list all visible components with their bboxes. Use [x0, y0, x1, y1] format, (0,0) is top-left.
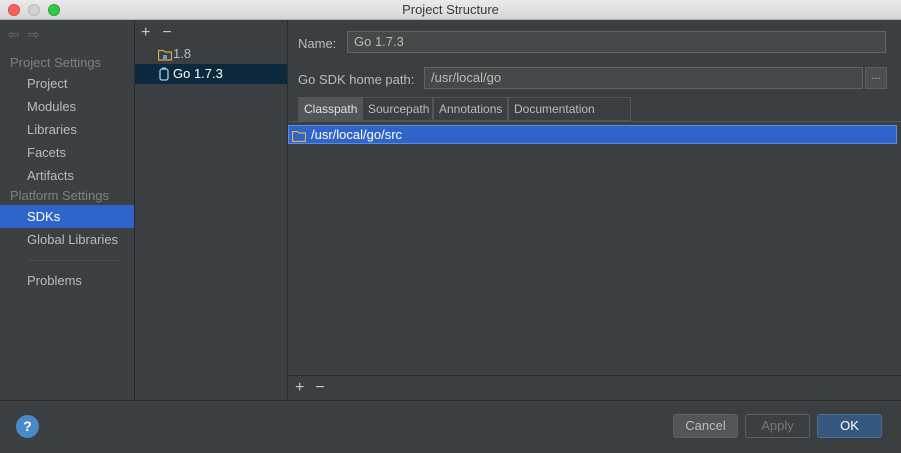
section-project-settings: Project Settings — [10, 55, 102, 70]
sidebar-item-project[interactable]: Project — [0, 72, 134, 95]
remove-path-button[interactable]: − — [315, 379, 324, 396]
dialog-footer: ? Cancel Apply OK — [0, 400, 901, 453]
go-sdk-icon — [158, 67, 170, 87]
classpath-toolbar: + − — [288, 375, 901, 400]
sdk-item-label: Go 1.7.3 — [173, 66, 223, 81]
path-label: /usr/local/go/src — [311, 127, 403, 142]
name-label: Name: — [298, 36, 337, 51]
sdk-list-panel: + − 1.8 Go 1.7.3 — [135, 20, 288, 400]
sdk-item-label: 1.8 — [173, 46, 192, 61]
sidebar-item-modules[interactable]: Modules — [0, 95, 134, 118]
sidebar-item-global-libraries[interactable]: Global Libraries — [0, 228, 134, 251]
folder-icon — [291, 129, 307, 146]
list-item[interactable]: /usr/local/go/src — [288, 125, 897, 144]
remove-sdk-button[interactable]: − — [162, 24, 171, 41]
sdk-list-toolbar: + − — [141, 24, 184, 42]
sdk-name-field[interactable]: Go 1.7.3 — [347, 31, 886, 53]
ok-button[interactable]: OK — [817, 414, 882, 438]
sidebar-item-problems[interactable]: Problems — [0, 269, 134, 292]
home-path-label: Go SDK home path: — [298, 72, 415, 87]
tab-sourcepath[interactable]: Sourcepath — [362, 97, 433, 121]
sidebar-item-artifacts[interactable]: Artifacts — [0, 164, 134, 187]
home-path-field[interactable]: /usr/local/go — [424, 67, 863, 89]
tab-documentation-paths[interactable]: Documentation Paths — [508, 97, 631, 138]
history-navigation: ⇦ ⇨ — [8, 26, 47, 43]
tab-classpath[interactable]: Classpath — [298, 97, 362, 121]
add-sdk-button[interactable]: + — [141, 24, 150, 41]
cancel-button[interactable]: Cancel — [673, 414, 738, 438]
forward-arrow-icon[interactable]: ⇨ — [28, 26, 40, 42]
apply-button[interactable]: Apply — [745, 414, 810, 438]
title-bar: Project Structure — [0, 0, 901, 20]
tab-annotations[interactable]: Annotations — [433, 97, 508, 121]
window-title: Project Structure — [402, 2, 499, 17]
sdk-item-java[interactable]: 1.8 — [135, 44, 287, 64]
sidebar-item-sdks[interactable]: SDKs — [0, 205, 134, 228]
back-arrow-icon[interactable]: ⇦ — [8, 26, 20, 42]
sidebar-item-facets[interactable]: Facets — [0, 141, 134, 164]
help-button[interactable]: ? — [16, 415, 39, 438]
sdk-details-panel: Name: Go 1.7.3 Go SDK home path: /usr/lo… — [288, 20, 901, 400]
browse-button[interactable]: ... — [865, 67, 887, 89]
sdk-item-go[interactable]: Go 1.7.3 — [135, 64, 287, 84]
add-path-button[interactable]: + — [295, 379, 304, 396]
sidebar-item-libraries[interactable]: Libraries — [0, 118, 134, 141]
section-platform-settings: Platform Settings — [10, 188, 109, 203]
settings-sidebar: ⇦ ⇨ Project Settings Project Modules Libr… — [0, 20, 135, 400]
classpath-list: /usr/local/go/src — [288, 121, 901, 375]
sidebar-divider — [27, 260, 119, 261]
